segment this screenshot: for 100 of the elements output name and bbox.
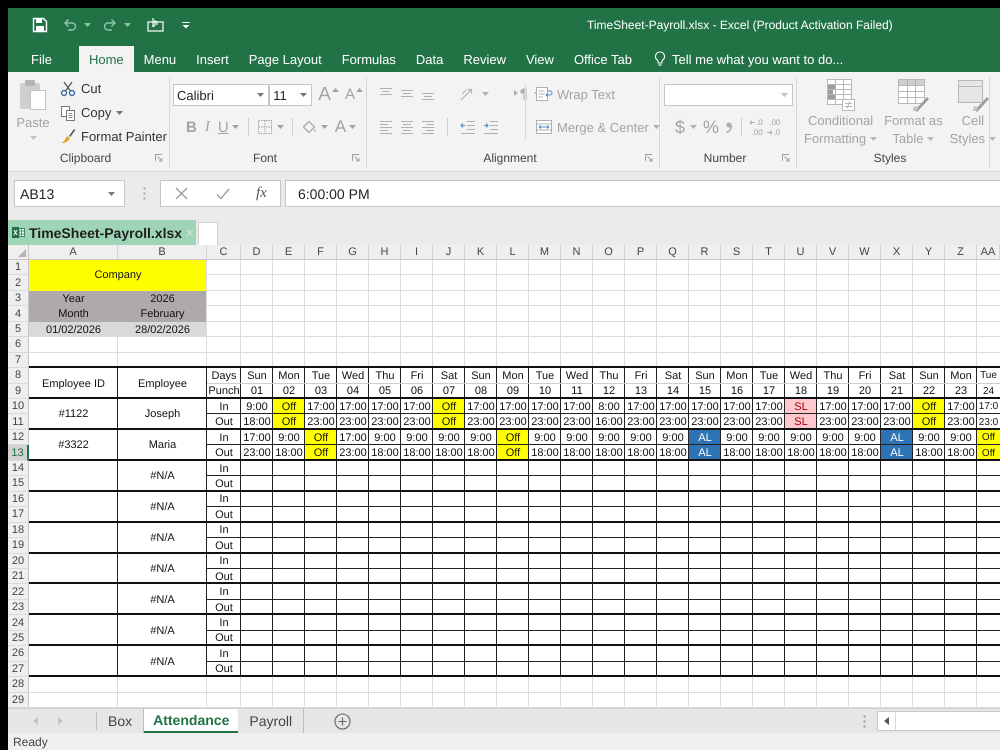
- align-center-icon[interactable]: [400, 120, 414, 134]
- ribbon-tab[interactable]: Formulas: [332, 46, 406, 72]
- caret-icon[interactable]: [84, 23, 91, 27]
- undo-icon[interactable]: [62, 18, 78, 32]
- caret-icon[interactable]: [124, 23, 131, 27]
- row-header[interactable]: 20: [8, 554, 29, 569]
- ribbon-tab[interactable]: Insert: [186, 46, 239, 72]
- format-painter-button[interactable]: Format Painter: [60, 124, 167, 148]
- row-header[interactable]: 27: [8, 662, 29, 678]
- borders-icon[interactable]: [256, 119, 273, 135]
- caret-icon[interactable]: [320, 125, 328, 129]
- check-icon[interactable]: [216, 188, 230, 200]
- name-box[interactable]: AB13: [14, 180, 125, 207]
- paint-bucket-icon[interactable]: [300, 119, 317, 135]
- row-header[interactable]: 25: [8, 630, 29, 646]
- column-header[interactable]: V: [817, 245, 849, 260]
- column-header[interactable]: W: [849, 245, 881, 260]
- row-header[interactable]: 29: [8, 692, 29, 708]
- text-direction-icon[interactable]: [513, 87, 527, 101]
- column-header[interactable]: I: [401, 245, 433, 260]
- caret-right-icon[interactable]: [58, 717, 63, 725]
- redo-icon[interactable]: [102, 18, 118, 32]
- close-icon[interactable]: [186, 228, 194, 236]
- dialog-launcher-icon[interactable]: [782, 154, 790, 162]
- row-header[interactable]: 10: [8, 399, 29, 414]
- touch-mode-icon[interactable]: [147, 17, 164, 33]
- ribbon-tab[interactable]: Page Layout: [238, 46, 332, 72]
- row-header[interactable]: 13: [8, 445, 29, 461]
- customize-icon[interactable]: [182, 21, 190, 29]
- cut-button[interactable]: Cut: [60, 77, 167, 101]
- row-header[interactable]: 14: [8, 460, 29, 476]
- ribbon-tab[interactable]: Review: [453, 46, 516, 72]
- increase-indent-icon[interactable]: [483, 120, 499, 134]
- column-header[interactable]: N: [561, 245, 593, 260]
- column-header[interactable]: S: [721, 245, 753, 260]
- column-header[interactable]: B: [118, 245, 207, 260]
- column-header[interactable]: P: [625, 245, 657, 260]
- number-format-field[interactable]: [664, 84, 793, 106]
- column-header[interactable]: D: [241, 245, 273, 260]
- row-header[interactable]: 18: [8, 522, 29, 538]
- column-header[interactable]: E: [273, 245, 305, 260]
- column-header[interactable]: H: [369, 245, 401, 260]
- save-icon[interactable]: [32, 17, 48, 33]
- align-left-icon[interactable]: [379, 120, 393, 134]
- decrease-indent-icon[interactable]: [460, 120, 476, 134]
- ribbon-tab[interactable]: View: [516, 46, 564, 72]
- row-header[interactable]: 21: [8, 568, 29, 584]
- horizontal-scrollbar[interactable]: [877, 711, 1000, 731]
- insert-function-button[interactable]: fx: [256, 185, 267, 202]
- column-header[interactable]: O: [593, 245, 625, 260]
- row-header[interactable]: 19: [8, 538, 29, 554]
- orientation-icon[interactable]: [459, 86, 475, 102]
- column-header[interactable]: AA: [977, 245, 1000, 260]
- column-header[interactable]: Y: [913, 245, 945, 260]
- row-header[interactable]: 2: [8, 275, 29, 291]
- caret-icon[interactable]: [276, 125, 284, 129]
- column-header[interactable]: M: [529, 245, 561, 260]
- formula-field[interactable]: 6:00:00 PM: [285, 180, 1000, 207]
- scroll-left-icon[interactable]: [884, 717, 889, 725]
- column-header[interactable]: L: [497, 245, 529, 260]
- row-header[interactable]: 26: [8, 646, 29, 662]
- row-header[interactable]: 23: [8, 600, 29, 616]
- select-all-button[interactable]: [8, 245, 29, 260]
- row-header[interactable]: 12: [8, 430, 29, 446]
- column-header[interactable]: T: [753, 245, 785, 260]
- column-header[interactable]: A: [29, 245, 118, 260]
- row-header[interactable]: 4: [8, 306, 29, 322]
- column-header[interactable]: C: [207, 245, 241, 260]
- row-header[interactable]: 24: [8, 615, 29, 631]
- caret-icon[interactable]: [482, 92, 489, 96]
- row-header[interactable]: 16: [8, 492, 29, 508]
- row-header[interactable]: 1: [8, 260, 29, 276]
- column-header[interactable]: U: [785, 245, 817, 260]
- caret-left-icon[interactable]: [33, 717, 38, 725]
- copy-button[interactable]: Copy: [60, 100, 167, 124]
- dialog-launcher-icon[interactable]: [155, 154, 163, 162]
- document-tab[interactable]: TimeSheet-Payroll.xlsx: [8, 220, 196, 245]
- row-header[interactable]: 15: [8, 476, 29, 492]
- ribbon-tab[interactable]: Home: [78, 46, 134, 72]
- ribbon-tab[interactable]: Data: [406, 46, 454, 72]
- row-header[interactable]: 17: [8, 507, 29, 523]
- column-header[interactable]: J: [433, 245, 465, 260]
- sheet-tab[interactable]: Attendance: [144, 709, 238, 733]
- dialog-launcher-icon[interactable]: [645, 154, 653, 162]
- row-header[interactable]: 9: [8, 384, 29, 400]
- row-header[interactable]: 6: [8, 337, 29, 353]
- column-header[interactable]: R: [689, 245, 721, 260]
- column-header[interactable]: F: [305, 245, 337, 260]
- add-icon[interactable]: [334, 712, 352, 730]
- cancel-icon[interactable]: [175, 187, 188, 200]
- align-right-icon[interactable]: [421, 120, 435, 134]
- row-header[interactable]: 11: [8, 414, 29, 430]
- ribbon-tab[interactable]: Office Tab: [564, 46, 642, 72]
- row-header[interactable]: 7: [8, 352, 29, 368]
- column-header[interactable]: Q: [657, 245, 689, 260]
- column-header[interactable]: K: [465, 245, 497, 260]
- column-header[interactable]: G: [337, 245, 369, 260]
- row-header[interactable]: 22: [8, 584, 29, 600]
- row-header[interactable]: 8: [8, 368, 29, 384]
- column-header[interactable]: X: [881, 245, 913, 260]
